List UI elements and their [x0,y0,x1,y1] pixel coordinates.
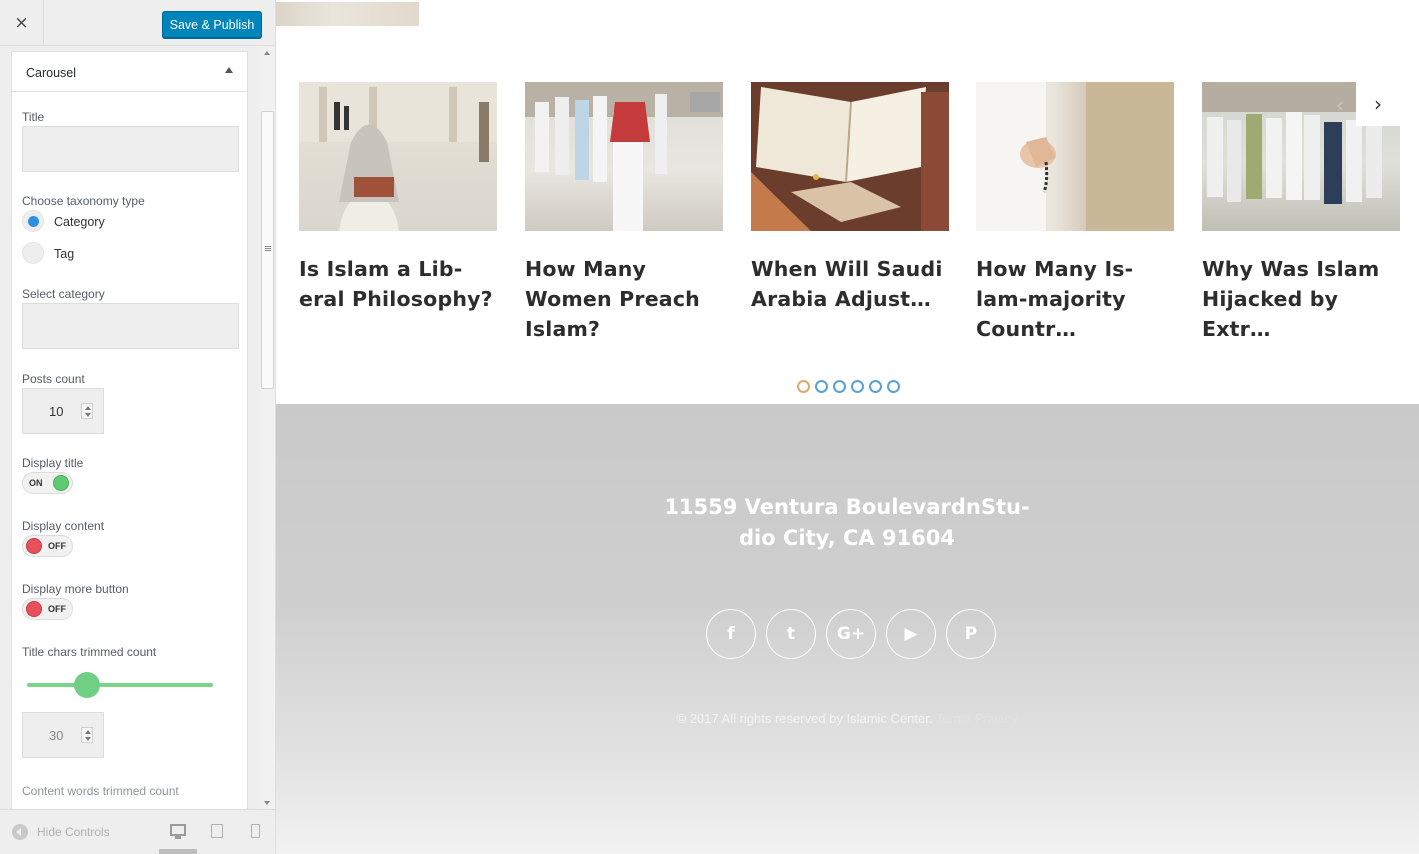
panel-header[interactable]: Carousel [12,52,247,92]
card-image[interactable] [299,82,497,231]
card-title[interactable]: How Many Women Preach Islam? [525,254,725,344]
save-publish-button[interactable]: Save & Publish [162,11,262,38]
collapse-arrow-icon[interactable] [225,67,233,73]
radio-category-label: Category [54,215,105,229]
posts-count-value: 10 [49,404,64,419]
category-select[interactable] [22,303,239,349]
toggle-state: OFF [48,541,66,551]
site-preview: Is Islam a Lib- eral Philosophy? How Man… [276,0,1419,854]
slider-handle[interactable] [73,672,100,698]
carousel-pagination [797,380,900,393]
collapse-icon [12,824,28,840]
tablet-icon[interactable] [211,824,223,838]
carousel-prev-icon[interactable]: ‹ [1326,92,1354,118]
social-links: f t G+ ▶ P [706,609,996,659]
footer-address: 11559 Ventura BoulevardnStu- dio City, C… [664,495,1030,550]
footer-links[interactable]: Terms Privacy [936,711,1018,726]
customizer-sidebar: × Save & Publish Carousel Title Choose t… [0,0,276,854]
google-plus-icon[interactable]: G+ [826,609,876,659]
spinner-icon[interactable] [81,727,93,743]
pagination-dot[interactable] [833,380,846,393]
copyright-text: © 2017 All rights reserved by Islamic Ce… [547,711,1147,726]
display-more-label: Display more button [22,582,129,596]
sidebar-scrollbar[interactable] [260,47,275,809]
toggle-state: OFF [48,604,66,614]
youtube-icon[interactable]: ▶ [886,609,936,659]
card-image[interactable] [525,82,723,231]
category-label: Select category [22,287,105,301]
display-more-toggle[interactable]: OFF [22,598,73,620]
carousel-next-icon[interactable]: › [1356,82,1400,126]
taxonomy-label: Choose taxonomy type [22,194,145,208]
sidebar-scroll-area: Carousel Title Choose taxonomy type Cate… [0,47,260,809]
sidebar-header: × Save & Publish [0,0,275,46]
title-label: Title [22,110,45,124]
title-chars-label: Title chars trimmed count [22,645,157,659]
radio-tag-label: Tag [54,247,75,261]
display-title-toggle[interactable]: ON [22,472,73,494]
facebook-icon[interactable]: f [706,609,756,659]
carousel-panel: Carousel Title Choose taxonomy type Cate… [11,51,248,809]
quran-image [751,82,949,231]
card-image[interactable] [976,82,1174,231]
card-title[interactable]: Is Islam a Lib- eral Philosophy? [299,254,499,314]
sidebar-footer: Hide Controls [0,809,275,854]
card-title[interactable]: When Will Saudi Arabia Adjust… [751,254,951,314]
scrollbar-thumb[interactable] [261,111,274,389]
display-content-toggle[interactable]: OFF [22,535,73,557]
pagination-dot[interactable] [869,380,882,393]
hide-controls-button[interactable]: Hide Controls [12,824,110,840]
radio-tag[interactable] [22,242,44,264]
pagination-dot[interactable] [815,380,828,393]
scroll-down-icon[interactable] [264,801,270,805]
title-chars-value: 30 [49,728,64,743]
panel-title: Carousel [26,66,77,80]
mobile-icon[interactable] [251,824,260,838]
posts-count-label: Posts count [22,372,85,386]
pagination-dot[interactable] [797,380,810,393]
card-title[interactable]: Why Was Islam Hijacked by Extr… [1202,254,1402,344]
scroll-up-icon[interactable] [264,51,270,55]
title-chars-slider[interactable] [27,683,213,687]
men-praying-image [525,82,723,231]
radio-category[interactable] [22,210,44,232]
display-content-label: Display content [22,519,105,533]
copyright-label: © 2017 All rights reserved by Islamic Ce… [676,711,933,726]
pinterest-icon[interactable]: P [946,609,996,659]
content-words-label: Content words trimmed count [22,784,179,798]
site-footer: 11559 Ventura BoulevardnStu- dio City, C… [276,404,1419,854]
display-title-label: Display title [22,456,84,470]
posts-count-input[interactable]: 10 [22,388,104,434]
twitter-icon[interactable]: t [766,609,816,659]
title-input[interactable] [22,126,239,172]
card-title[interactable]: How Many Is- lam-majority Countr… [976,254,1176,344]
card-image[interactable] [751,82,949,231]
title-chars-input[interactable]: 30 [22,712,104,758]
spinner-icon[interactable] [81,403,93,419]
prayer-beads-image [976,82,1174,231]
hide-controls-label: Hide Controls [37,825,110,839]
pagination-dot[interactable] [887,380,900,393]
header-image-strip [276,2,419,26]
desktop-icon[interactable] [170,824,186,839]
active-device-indicator [159,849,197,854]
close-icon[interactable]: × [0,0,44,46]
toggle-state: ON [29,478,43,488]
praying-woman-image [299,82,497,231]
pagination-dot[interactable] [851,380,864,393]
